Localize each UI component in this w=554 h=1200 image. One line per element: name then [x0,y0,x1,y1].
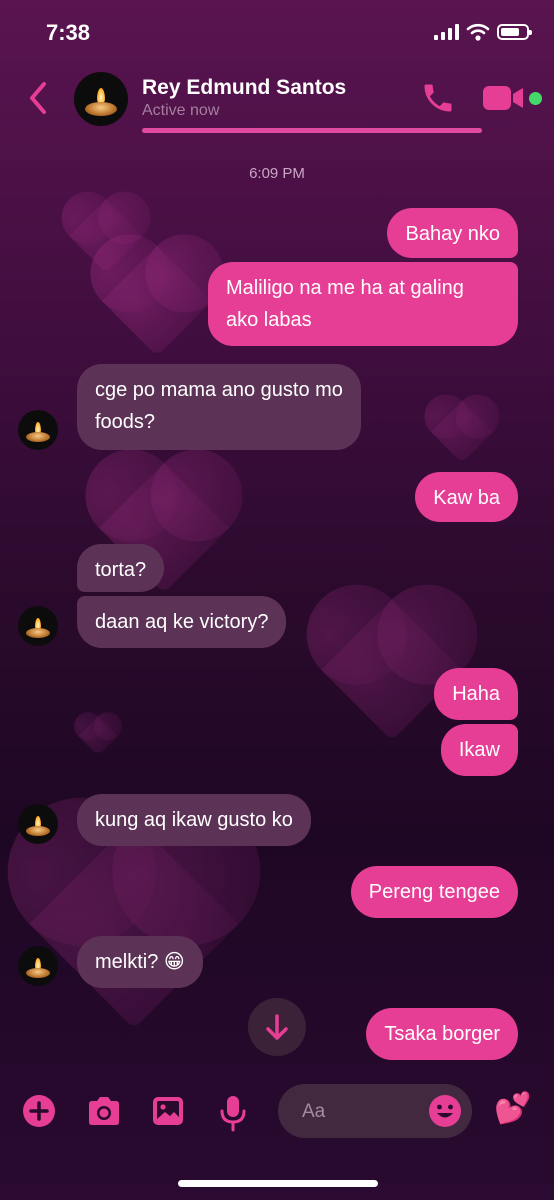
emoji-icon[interactable] [428,1094,462,1128]
background-heart [430,400,494,464]
candle [26,628,50,638]
incoming-message[interactable]: daan aq ke victory? [77,596,287,648]
back-chevron-icon[interactable] [24,76,54,120]
message-input[interactable] [300,1096,434,1128]
background-heart [321,599,463,741]
microphone-icon[interactable] [219,1094,247,1132]
outgoing-message[interactable]: Kaw ba [415,472,518,522]
active-status: Active now [142,102,220,119]
outgoing-message[interactable]: Tsaka borger [366,1008,518,1060]
incoming-message[interactable]: melkti? 😁 [77,936,203,988]
incoming-message[interactable]: kung aq ikaw gusto ko [77,794,311,846]
camera-icon[interactable] [86,1094,122,1128]
status-bar: 7:38 [0,0,554,64]
outgoing-message[interactable]: Bahay nko [387,208,518,258]
plus-icon[interactable] [22,1094,56,1128]
candle [26,432,50,442]
background-heart [29,819,239,1029]
cellular-signal-icon [434,24,459,40]
contact-avatar[interactable] [18,410,58,450]
outgoing-message[interactable]: Maliligo na me ha at galing ako labas [208,262,518,346]
clock: 7:38 [46,20,91,45]
battery-icon [497,24,532,40]
contact-avatar[interactable] [18,606,58,646]
phone-call-icon[interactable] [420,80,456,116]
outgoing-message[interactable]: Haha [434,668,518,720]
conversation-header: Rey Edmund Santos Active now [0,64,554,134]
incoming-message[interactable]: torta? [77,544,165,592]
background-heart [101,245,213,357]
background-heart [78,716,118,756]
candle [85,102,117,116]
scroll-to-bottom-button[interactable] [248,998,306,1056]
two-hearts-icon: 💕 [494,1092,532,1125]
quick-reaction-button[interactable]: 💕 [494,1092,531,1126]
contact-name[interactable]: Rey Edmund Santos [142,76,346,100]
candle [26,968,50,978]
header-accent-line [142,128,482,133]
message-composer: 💕 [0,1080,554,1150]
candle [26,826,50,836]
arrow-down-icon [266,1014,288,1040]
outgoing-message[interactable]: Pereng tengee [350,866,518,918]
online-indicator [529,92,542,105]
video-call-icon[interactable] [483,84,525,112]
home-indicator [178,1180,378,1187]
contact-avatar[interactable] [18,946,58,986]
gallery-icon[interactable] [151,1094,185,1128]
contact-avatar[interactable] [74,72,128,126]
message-timestamp: 6:09 PM [249,165,305,182]
incoming-message[interactable]: cge po mama ano gusto mo foods? [77,364,361,450]
outgoing-message[interactable]: Ikaw [440,724,518,776]
wifi-icon [466,23,490,41]
contact-avatar[interactable] [18,804,58,844]
